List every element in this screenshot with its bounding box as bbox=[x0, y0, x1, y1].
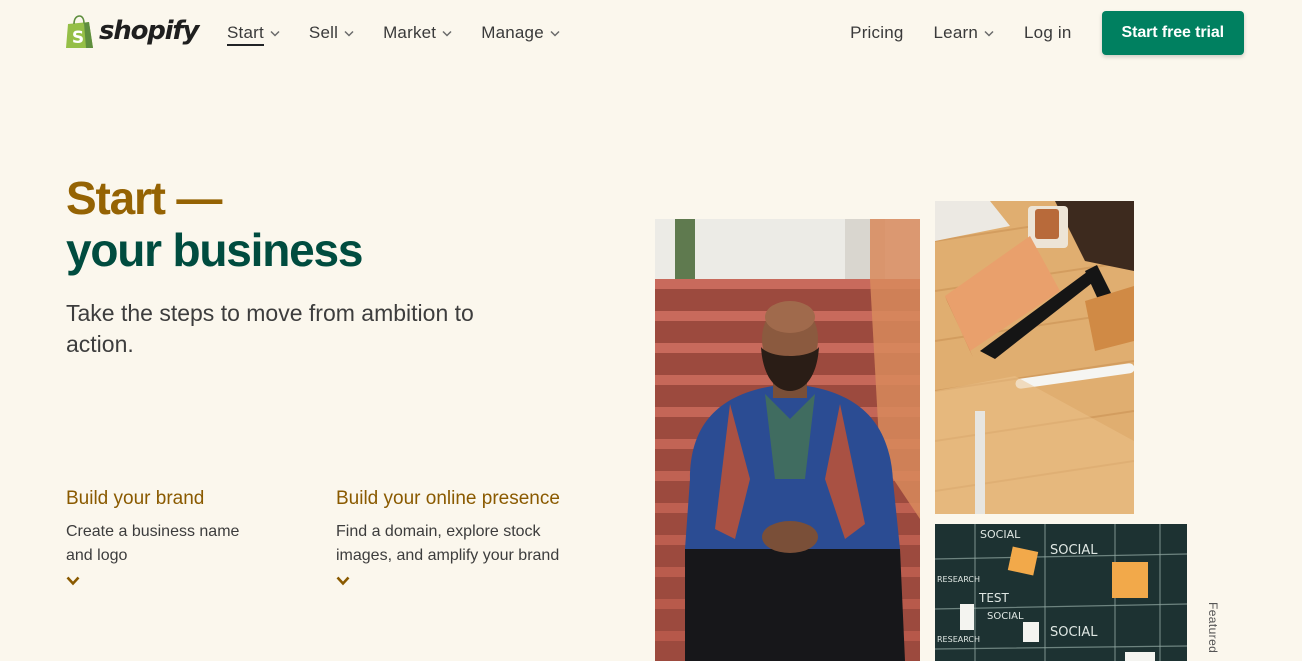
feature-description: Find a domain, explore stock images, and… bbox=[336, 523, 560, 564]
nav-sell[interactable]: Sell bbox=[309, 23, 354, 43]
social-planning-board-photo: SOCIAL SOCIAL TEST SOCIAL SOCIAL RESEARC… bbox=[935, 524, 1187, 661]
feature-title: Build your brand bbox=[66, 488, 205, 509]
man-on-stairs-photo bbox=[655, 219, 920, 661]
nav-pricing[interactable]: Pricing bbox=[850, 23, 903, 43]
hero-title-line1: Start — bbox=[66, 172, 222, 224]
board-word: SOCIAL bbox=[987, 611, 1024, 622]
hero-title: Start — your business bbox=[66, 172, 363, 276]
chevron-down-icon bbox=[550, 30, 560, 37]
logo-wordmark: shopify bbox=[99, 16, 199, 46]
board-word: TEST bbox=[978, 591, 1010, 605]
shopify-logo[interactable]: S shopify bbox=[65, 15, 199, 49]
nav-pricing-label: Pricing bbox=[850, 23, 904, 42]
featured-label: Featured bbox=[1206, 602, 1220, 654]
hero-subtitle: Take the steps to move from ambition to … bbox=[66, 300, 474, 357]
secondary-nav: Pricing Learn Log in Start free trial bbox=[850, 0, 1244, 66]
chevron-down-icon[interactable] bbox=[336, 576, 350, 586]
primary-nav: Start Sell Market Manage bbox=[227, 0, 589, 66]
feature-build-brand[interactable]: Build your brand Create a business name … bbox=[66, 484, 266, 586]
chevron-down-icon bbox=[984, 30, 994, 37]
board-word: SOCIAL bbox=[1050, 625, 1098, 640]
chevron-down-icon bbox=[442, 30, 452, 37]
svg-text:S: S bbox=[72, 28, 84, 48]
nav-login[interactable]: Log in bbox=[1024, 23, 1072, 43]
nav-manage-label: Manage bbox=[481, 23, 544, 42]
nav-learn[interactable]: Learn bbox=[934, 23, 994, 43]
leather-notebook-desk-photo bbox=[935, 201, 1134, 514]
nav-market[interactable]: Market bbox=[383, 23, 452, 43]
nav-sell-label: Sell bbox=[308, 23, 339, 42]
nav-start-label: Start bbox=[227, 23, 264, 46]
chevron-down-icon[interactable] bbox=[66, 576, 80, 586]
board-word: RESEARCH bbox=[937, 635, 980, 644]
board-word: SOCIAL bbox=[1050, 543, 1098, 558]
board-word: SOCIAL bbox=[980, 528, 1021, 541]
shopping-bag-icon: S bbox=[66, 15, 93, 48]
chevron-down-icon bbox=[344, 30, 354, 37]
nav-manage[interactable]: Manage bbox=[481, 23, 560, 43]
chevron-down-icon bbox=[270, 30, 280, 37]
feature-description: Create a business name and logo bbox=[66, 523, 240, 564]
nav-login-label: Log in bbox=[1024, 23, 1072, 42]
start-free-trial-button[interactable]: Start free trial bbox=[1101, 11, 1244, 55]
hero-title-line2: your business bbox=[66, 224, 363, 276]
feature-title: Build your online presence bbox=[336, 488, 560, 509]
nav-market-label: Market bbox=[383, 23, 437, 42]
board-word: RESEARCH bbox=[937, 575, 980, 584]
nav-start[interactable]: Start bbox=[227, 23, 280, 46]
feature-online-presence[interactable]: Build your online presence Find a domain… bbox=[336, 484, 566, 586]
nav-learn-label: Learn bbox=[933, 23, 979, 42]
